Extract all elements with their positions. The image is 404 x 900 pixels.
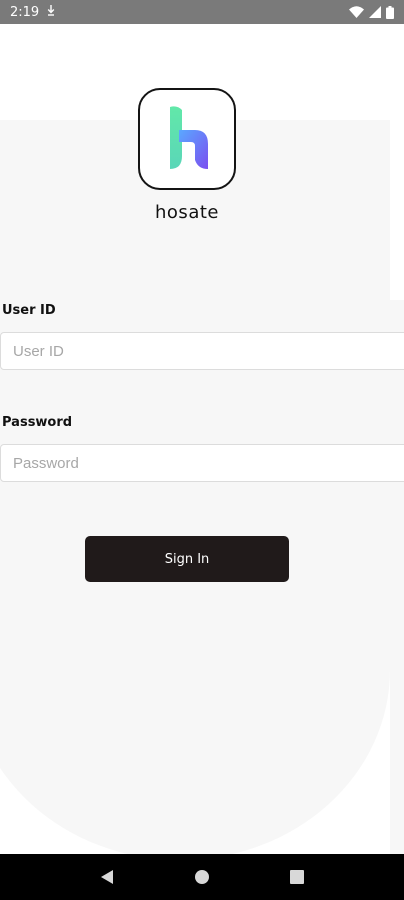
back-icon[interactable] xyxy=(92,862,122,892)
user-id-label: User ID xyxy=(2,303,56,318)
recents-icon[interactable] xyxy=(282,862,312,892)
wifi-icon xyxy=(349,6,364,18)
background-shape xyxy=(0,120,390,860)
system-nav-bar xyxy=(0,854,404,900)
status-right xyxy=(349,5,394,19)
login-screen: 2:19 hosate User ID User ID Password Sig… xyxy=(0,0,404,900)
download-icon xyxy=(47,4,55,20)
status-left: 2:19 xyxy=(10,4,55,20)
app-logo xyxy=(138,88,236,190)
password-input[interactable] xyxy=(0,444,404,482)
hosate-logo-icon xyxy=(170,106,208,169)
sign-in-button[interactable]: Sign In xyxy=(85,536,289,582)
battery-icon xyxy=(386,5,394,19)
brand-name: hosate xyxy=(155,202,219,223)
cell-signal-icon xyxy=(369,6,381,18)
status-time: 2:19 xyxy=(10,4,40,20)
background-strip xyxy=(390,300,404,860)
user-id-input[interactable] xyxy=(0,332,404,370)
status-bar: 2:19 xyxy=(0,0,404,24)
password-label: Password xyxy=(2,415,73,430)
home-icon[interactable] xyxy=(187,862,217,892)
